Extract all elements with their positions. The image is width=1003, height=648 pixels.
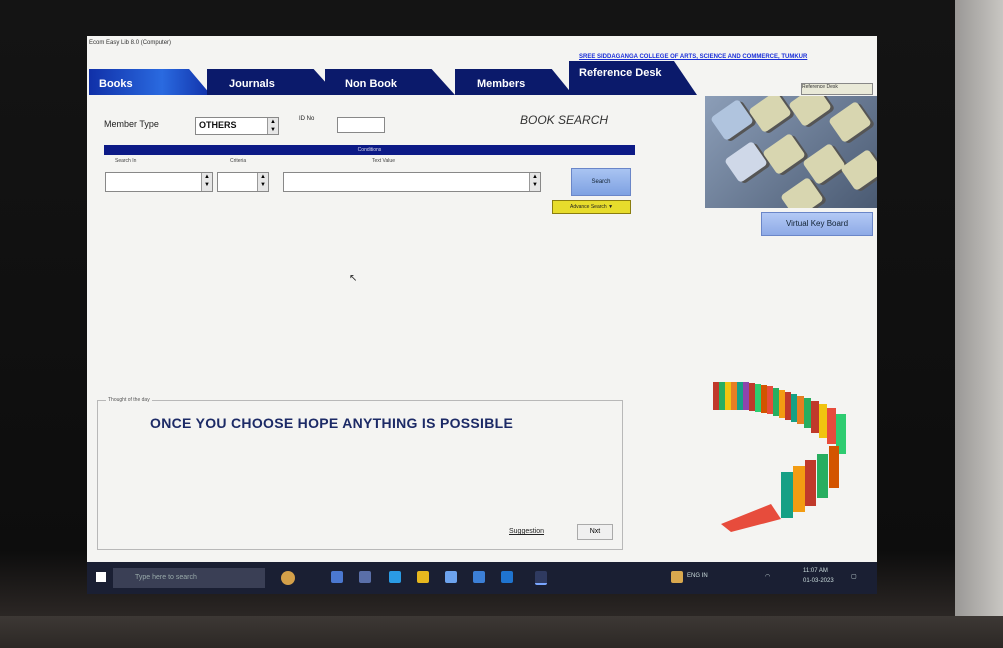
key-shape xyxy=(710,98,754,142)
advanced-search-button[interactable]: Advance Search ▼ xyxy=(552,200,631,214)
tab-label: Non Book xyxy=(345,78,397,90)
clock-date[interactable]: 01-03-2023 xyxy=(803,578,834,584)
key-shape xyxy=(840,148,877,192)
search-in-select[interactable]: ▲ ▼ xyxy=(105,172,213,192)
text-value-select[interactable]: ▲ ▼ xyxy=(283,172,541,192)
store-icon[interactable] xyxy=(445,571,457,583)
criteria-select[interactable]: ▲ ▼ xyxy=(217,172,269,192)
id-input[interactable] xyxy=(337,117,385,133)
key-shape xyxy=(788,96,832,128)
tab-label: Journals xyxy=(229,78,275,90)
spin-arrows-icon[interactable]: ▲ ▼ xyxy=(267,118,278,134)
member-type-select[interactable]: OTHERS ▲ ▼ xyxy=(195,117,279,135)
weather-icon[interactable] xyxy=(671,571,683,583)
tab-label: Reference Desk xyxy=(579,67,662,79)
id-label: ID No xyxy=(299,116,315,122)
key-shape xyxy=(762,132,806,176)
next-button[interactable]: Nxt xyxy=(577,524,613,540)
background-wall xyxy=(955,0,1003,648)
tab-selector[interactable]: Reference Desk xyxy=(801,83,873,95)
tab-books[interactable]: Books xyxy=(89,69,211,95)
key-shape xyxy=(828,100,872,144)
tab-non-book[interactable]: Non Book xyxy=(325,69,455,95)
widgets-icon[interactable] xyxy=(359,571,371,583)
wifi-icon[interactable]: ◠ xyxy=(765,573,770,580)
windows-start-icon[interactable] xyxy=(96,572,106,582)
mouse-cursor-icon: ↖ xyxy=(349,273,358,284)
search-button[interactable]: Search xyxy=(571,168,631,196)
mail-icon[interactable] xyxy=(473,571,485,583)
edge-browser-icon[interactable] xyxy=(389,571,401,583)
file-explorer-icon[interactable] xyxy=(417,571,429,583)
criteria-label: Criteria xyxy=(230,158,247,164)
text-value-label: Text Value xyxy=(372,158,395,164)
taskbar-search[interactable]: Type here to search xyxy=(113,568,265,588)
key-shape xyxy=(748,96,792,134)
keyboard-photo-icon xyxy=(705,96,877,208)
cortana-icon[interactable] xyxy=(281,571,295,585)
clock-time[interactable]: 11:07 AM xyxy=(803,568,828,574)
key-shape xyxy=(724,140,768,184)
thought-of-day-box: Thought of the day ONCE YOU CHOOSE HOPE … xyxy=(97,397,623,550)
spin-arrows-icon[interactable]: ▲ ▼ xyxy=(529,173,540,191)
books-stack-icon xyxy=(713,382,846,532)
window-title: Ecom Easy Lib 8.0 (Computer) xyxy=(89,40,172,46)
tab-label: Books xyxy=(99,78,133,90)
tab-reference-desk[interactable]: Reference Desk xyxy=(569,61,697,95)
desk-surface xyxy=(0,616,1003,648)
spin-arrows-icon[interactable]: ▲ ▼ xyxy=(201,173,212,191)
notification-icon[interactable]: ▢ xyxy=(851,573,857,580)
library-app-icon[interactable] xyxy=(535,571,547,585)
book-search-heading: BOOK SEARCH xyxy=(520,113,609,127)
tray-label: ENG IN xyxy=(687,573,708,579)
app-window: Ecom Easy Lib 8.0 (Computer) SREE SIDDAG… xyxy=(87,36,877,594)
tab-label: Members xyxy=(477,78,526,90)
tab-journals[interactable]: Journals xyxy=(207,69,337,95)
quote-text: ONCE YOU CHOOSE HOPE ANYTHING IS POSSIBL… xyxy=(150,415,514,431)
member-type-label: Member Type xyxy=(104,119,159,129)
book-spines xyxy=(713,382,846,532)
tab-members[interactable]: Members xyxy=(455,69,573,95)
suggestion-button[interactable]: Suggestion xyxy=(509,528,544,535)
task-view-icon[interactable] xyxy=(331,571,343,583)
member-type-value: OTHERS xyxy=(199,120,237,130)
tab-bar: Books Journals Non Book Members Referenc… xyxy=(87,61,697,95)
app-icon[interactable] xyxy=(501,571,513,583)
college-name[interactable]: SREE SIDDAGANGA COLLEGE OF ARTS, SCIENCE… xyxy=(579,54,807,60)
windows-taskbar: Type here to search ENG IN ◠ 11:07 AM 01… xyxy=(87,562,877,594)
thought-of-day-label: Thought of the day xyxy=(106,397,152,403)
spin-arrows-icon[interactable]: ▲ ▼ xyxy=(257,173,268,191)
search-in-label: Search In xyxy=(115,158,137,164)
conditions-bar: Conditions xyxy=(104,145,635,155)
virtual-keyboard-button[interactable]: Virtual Key Board xyxy=(761,212,873,236)
